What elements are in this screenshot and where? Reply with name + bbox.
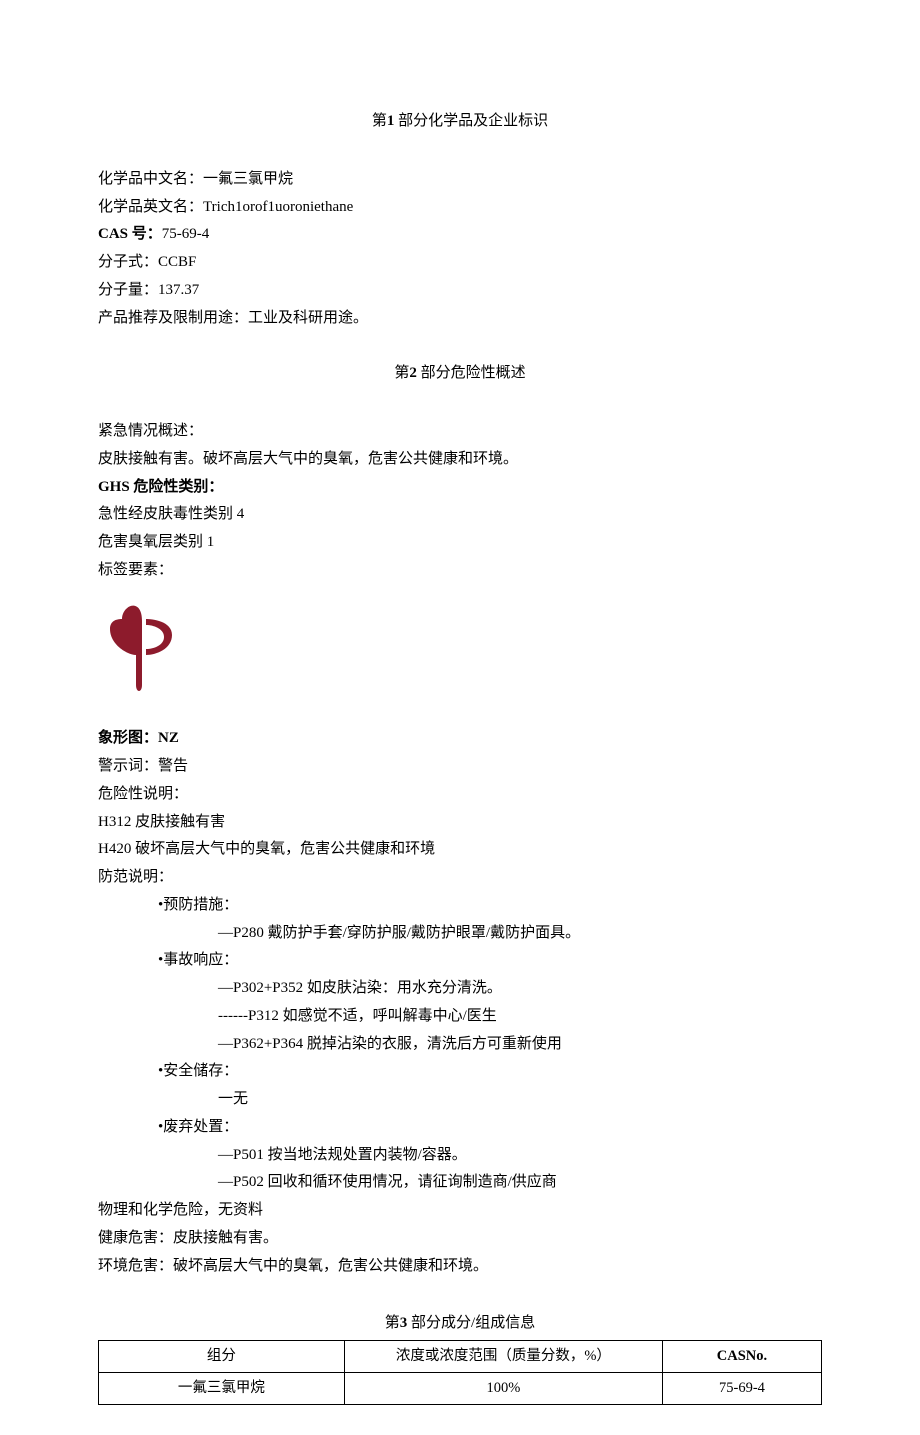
precaution-label: 防范说明： (98, 864, 822, 892)
storage-label: •安全储存： (98, 1058, 822, 1086)
emergency-label: 紧急情况概述： (98, 418, 822, 446)
signal-word: 警示词：警告 (98, 753, 822, 781)
h420: H420 破坏高层大气中的臭氧，危害公共健康和环境 (98, 836, 822, 864)
recommended-use: 产品推荐及限制用途：工业及科研用途。 (98, 305, 822, 333)
physchem-hazard: 物理和化学危险，无资料 (98, 1197, 822, 1225)
table-header-row: 组分 浓度或浓度范围（质量分数，%） CASNo. (99, 1341, 822, 1373)
name-en: 化学品英文名：Trich1orof1uoroniethane (98, 194, 822, 222)
prevention-label: •预防措施： (98, 892, 822, 920)
pictogram-label: 象形图：NZ (98, 725, 822, 753)
env-hazard: 环境危害：破坏高层大气中的臭氧，危害公共健康和环境。 (98, 1253, 822, 1281)
cell-cas: 75-69-4 (662, 1372, 821, 1404)
ghs-label: GHS 危险性类别： (98, 474, 822, 502)
p362-p364: —P362+P364 脱掉沾染的衣服，清洗后方可重新使用 (98, 1031, 822, 1059)
table-row: 一氟三氯甲烷 100% 75-69-4 (99, 1372, 822, 1404)
header-component: 组分 (99, 1341, 345, 1373)
p501: —P501 按当地法规处置内装物/容器。 (98, 1142, 822, 1170)
cell-component: 一氟三氯甲烷 (99, 1372, 345, 1404)
header-cas: CASNo. (662, 1341, 821, 1373)
response-label: •事故响应： (98, 947, 822, 975)
molecular-weight: 分子量：137.37 (98, 277, 822, 305)
cell-concentration: 100% (344, 1372, 662, 1404)
section-2-title: 第2 部分危险性概述 (98, 360, 822, 388)
name-zh: 化学品中文名：一氟三氯甲烷 (98, 166, 822, 194)
hazard-label: 危险性说明： (98, 781, 822, 809)
p302-p352: —P302+P352 如皮肤沾染：用水充分清洗。 (98, 975, 822, 1003)
pictogram-icon (98, 593, 188, 713)
pictogram-container (98, 593, 822, 724)
storage-none: 一无 (98, 1086, 822, 1114)
section-3-title: 第3 部分成分/组成信息 (98, 1310, 822, 1338)
ghs-line-1: 急性经皮肤毒性类别 4 (98, 501, 822, 529)
section-1-title: 第1 部分化学品及企业标识 (98, 108, 822, 136)
h312: H312 皮肤接触有害 (98, 809, 822, 837)
cas-no: CAS 号：75-69-4 (98, 221, 822, 249)
emergency-text: 皮肤接触有害。破坏高层大气中的臭氧，危害公共健康和环境。 (98, 446, 822, 474)
molecular-formula: 分子式：CCBF (98, 249, 822, 277)
ghs-line-2: 危害臭氧层类别 1 (98, 529, 822, 557)
health-hazard: 健康危害：皮肤接触有害。 (98, 1225, 822, 1253)
header-concentration: 浓度或浓度范围（质量分数，%） (344, 1341, 662, 1373)
composition-table: 组分 浓度或浓度范围（质量分数，%） CASNo. 一氟三氯甲烷 100% 75… (98, 1340, 822, 1405)
label-elements: 标签要素： (98, 557, 822, 585)
p280: —P280 戴防护手套/穿防护服/戴防护眼罩/戴防护面具。 (98, 920, 822, 948)
p502: —P502 回收和循环使用情况，请征询制造商/供应商 (98, 1169, 822, 1197)
p312: ------P312 如感觉不适，呼叫解毒中心/医生 (98, 1003, 822, 1031)
disposal-label: •废弃处置： (98, 1114, 822, 1142)
